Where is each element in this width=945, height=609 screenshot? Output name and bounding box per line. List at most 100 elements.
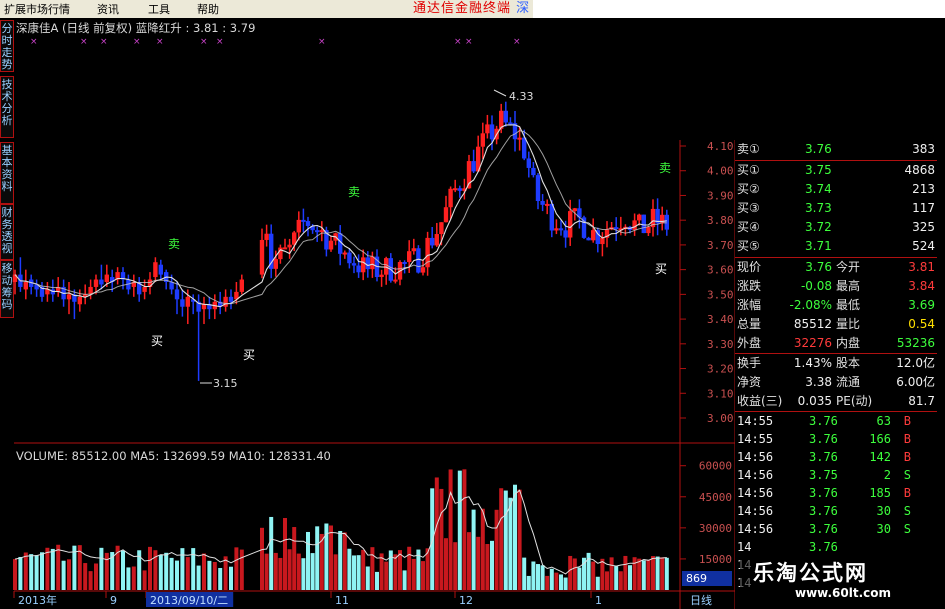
volume-bar [393, 554, 398, 590]
watermark: 乐淘公式网 www.60lt.com [740, 553, 945, 609]
candle-body [296, 219, 301, 233]
candle-body [586, 237, 591, 241]
candle-body [531, 167, 536, 176]
quote-volume: 117 [912, 201, 935, 215]
stat-label: 内盘 [836, 336, 861, 350]
volume-bar [234, 547, 239, 590]
volume-bar [104, 552, 109, 590]
price-tick-label: 3.60 [707, 264, 734, 277]
volume-bar [278, 557, 283, 590]
trade-row: 14:56 3.76 30 S [735, 520, 937, 539]
stat-value: 85512 [793, 317, 832, 331]
volume-bar [421, 561, 425, 590]
candle-body [201, 304, 207, 310]
quote-volume: 524 [912, 239, 935, 253]
volume-bar [99, 547, 104, 590]
volume-bar [572, 558, 577, 590]
candle-body [416, 248, 421, 273]
stat-label: 流通 [836, 375, 861, 389]
candle-body [448, 188, 453, 208]
candle-body [305, 221, 311, 226]
sell-marker: 卖 [659, 161, 671, 175]
stat-value: 3.38 [805, 375, 832, 389]
period-label[interactable]: 日线 [690, 592, 712, 608]
volume-bar [131, 566, 136, 590]
candle-body [614, 227, 619, 230]
candle-body [563, 230, 568, 238]
volume-bar [618, 571, 623, 590]
quote-panel: 卖① 3.76 383 买① 3.75 4868 买② 3.74 213 买③ 3.73 117 买④ 3… [735, 140, 937, 609]
volume-bar [623, 555, 628, 590]
trade-volume: 30 [876, 504, 891, 518]
candle-body [485, 124, 490, 134]
volume-bar [448, 469, 453, 590]
buy-marker: 买 [243, 348, 255, 362]
volume-bar [196, 565, 201, 590]
stat-value: 32276 [793, 336, 832, 350]
stat-label: 今开 [836, 260, 861, 274]
stat-row: 现价 3.76 今开 3.81 [735, 258, 937, 277]
volume-bar [67, 559, 71, 590]
stat-label: 涨跌 [737, 279, 762, 293]
candle-body [104, 274, 109, 282]
candle-body [66, 294, 72, 300]
candle-body [453, 188, 458, 191]
kline-chart[interactable]: 3.00 3.10 3.20 3.30 3.40 3.50 3.60 3.70 3.80 3.90… [0, 0, 735, 609]
volume-bar [212, 561, 217, 590]
stat-value: -2.08% [789, 298, 832, 312]
volume-bar [632, 557, 637, 590]
volume-bar [453, 542, 458, 590]
high-annotation: 4.33 [509, 90, 534, 103]
candle-body [517, 137, 522, 140]
stat-row: 总量 85512 量比 0.54 [735, 315, 937, 334]
volume-bar [356, 555, 361, 590]
price-tick-label: 3.80 [707, 214, 734, 227]
trade-price: 3.76 [809, 522, 838, 536]
price-tick-label: 3.90 [707, 189, 734, 202]
trade-price: 3.76 [809, 414, 838, 428]
candle-body [393, 279, 398, 282]
volume-bar [329, 525, 333, 590]
candle-body [228, 296, 234, 302]
volume-bar [296, 553, 301, 590]
trade-volume: 63 [876, 414, 891, 428]
volume-bar [563, 577, 568, 590]
volume-bar [471, 509, 476, 590]
volume-bar [467, 532, 471, 590]
volume-bar [287, 549, 292, 590]
stat-row: 涨幅 -2.08% 最低 3.69 [735, 296, 937, 315]
volume-bar [462, 469, 467, 590]
volume-bar [411, 558, 416, 590]
candle-body [508, 122, 513, 125]
volume-bar [490, 540, 494, 590]
trade-side: S [903, 504, 911, 518]
candle-body [315, 230, 320, 233]
volume-bar [655, 556, 660, 590]
volume-bar [522, 557, 527, 590]
signal-dot: × [100, 37, 108, 47]
volume-bar [269, 516, 274, 590]
signal-dot: × [465, 37, 473, 47]
stat-label: 最低 [836, 298, 861, 312]
volume-bar [158, 555, 163, 590]
stat-value: 6.00亿 [896, 375, 935, 389]
volume-bar [591, 561, 596, 590]
time-axis-label: 11 [335, 594, 349, 607]
volume-bar [301, 558, 306, 590]
buy-marker: 买 [655, 262, 667, 276]
stat-label: 外盘 [737, 336, 762, 350]
candle-body [554, 228, 559, 231]
stat-value: 1.43% [793, 356, 832, 370]
candle-body [273, 259, 278, 269]
candle-body [545, 203, 550, 206]
price-tick-label: 3.00 [707, 412, 734, 425]
volume-bar [457, 470, 462, 590]
candle-body [158, 264, 163, 275]
candle-body [370, 256, 375, 270]
volume-bar [370, 547, 375, 590]
candle-body [457, 188, 462, 191]
candle-body [347, 252, 352, 264]
candle-body [407, 251, 412, 263]
trade-side: B [903, 432, 911, 446]
volume-bar [549, 568, 554, 590]
